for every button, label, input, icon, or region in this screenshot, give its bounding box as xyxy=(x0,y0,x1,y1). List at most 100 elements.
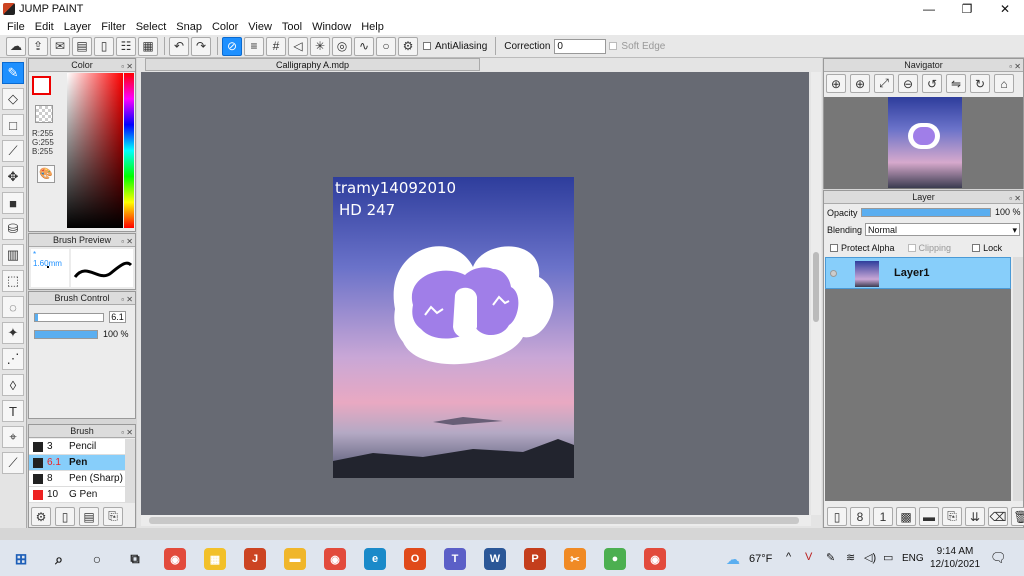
antialiasing-checkbox[interactable] xyxy=(423,42,431,50)
snap-concentric-icon[interactable]: ◎ xyxy=(332,36,352,56)
cloud-icon[interactable]: ☁ xyxy=(6,36,26,56)
snap-grid-icon[interactable]: # xyxy=(266,36,286,56)
chat-icon[interactable]: ▤ xyxy=(72,36,92,56)
soft-edge-checkbox[interactable] xyxy=(609,42,618,50)
clipping-checkbox[interactable] xyxy=(907,244,916,252)
grid-arrange-icon[interactable]: ▦ xyxy=(138,36,158,56)
word-icon[interactable]: W xyxy=(484,548,506,570)
flip-icon[interactable]: ⇋ xyxy=(946,74,966,93)
select-eraser-tool-icon[interactable]: ◊ xyxy=(2,374,24,396)
form-icon[interactable]: ☷ xyxy=(116,36,136,56)
menu-help[interactable]: Help xyxy=(356,21,389,33)
horizontal-scroll-thumb[interactable] xyxy=(149,517,799,524)
brush-size-slider[interactable] xyxy=(34,313,104,322)
chrome-icon[interactable]: ◉ xyxy=(164,548,186,570)
merge-down-icon[interactable]: ⇊ xyxy=(965,507,985,526)
new-halftone-layer-icon[interactable]: ▩ xyxy=(896,507,916,526)
horizontal-scrollbar[interactable] xyxy=(141,515,811,526)
panel-close-icon[interactable]: ▫ ✕ xyxy=(1009,60,1021,73)
photos-icon[interactable]: ▦ xyxy=(204,548,226,570)
panel-close-icon[interactable]: ▫ ✕ xyxy=(121,293,133,306)
menu-layer[interactable]: Layer xyxy=(59,21,97,33)
task-view-icon[interactable]: ⧉ xyxy=(124,548,146,570)
new-layer-icon[interactable]: ▯ xyxy=(827,507,847,526)
office-icon[interactable]: O xyxy=(404,548,426,570)
cortana-icon[interactable]: ○ xyxy=(86,548,108,570)
rectangle-tool-icon[interactable]: □ xyxy=(2,114,24,136)
line-tool-icon[interactable]: ⟋ xyxy=(2,140,24,162)
brush-list-item[interactable]: 8 Pen (Sharp) xyxy=(29,471,125,487)
panel-close-icon[interactable]: ▫ ✕ xyxy=(1009,192,1021,205)
weather-icon[interactable]: ☁ xyxy=(726,551,740,568)
layer-opacity-slider[interactable] xyxy=(861,208,991,217)
layer-list-scrollbar[interactable] xyxy=(1013,257,1023,501)
menu-filter[interactable]: Filter xyxy=(96,21,130,33)
delete-layer-icon[interactable]: 🗑 xyxy=(1011,507,1024,526)
zoom-in-alt-icon[interactable]: ⊕ xyxy=(850,74,870,93)
settings-gear-icon[interactable]: ⚙ xyxy=(398,36,418,56)
chrome-icon[interactable]: ◉ xyxy=(644,548,666,570)
chrome-icon[interactable]: ◉ xyxy=(324,548,346,570)
menu-view[interactable]: View xyxy=(243,21,277,33)
color-picker-square[interactable] xyxy=(67,73,123,228)
transparent-color-swatch[interactable] xyxy=(35,105,53,123)
panel-close-icon[interactable]: ▫ ✕ xyxy=(121,426,133,439)
new-brush-icon[interactable]: ▯ xyxy=(55,507,75,526)
select-rect-tool-icon[interactable]: ⬚ xyxy=(2,270,24,292)
snip-icon[interactable]: ✂ xyxy=(564,548,586,570)
new-layer-1bit-icon[interactable]: 1 xyxy=(873,507,893,526)
snap-ellipse-icon[interactable]: ○ xyxy=(376,36,396,56)
comment-icon[interactable]: ✉ xyxy=(50,36,70,56)
search-icon[interactable]: ⌕ xyxy=(48,548,70,570)
eraser-tool-icon[interactable]: ◇ xyxy=(2,88,24,110)
navigator-viewport[interactable] xyxy=(824,97,1023,189)
snap-vanishing-icon[interactable]: ◁ xyxy=(288,36,308,56)
brush-list-scrollbar[interactable] xyxy=(125,439,135,503)
export-icon[interactable]: ⇪ xyxy=(28,36,48,56)
language-indicator[interactable]: ENG xyxy=(902,553,924,564)
duplicate-layer-icon[interactable]: ⎘ xyxy=(942,507,962,526)
panel-close-icon[interactable]: ▫ ✕ xyxy=(121,60,133,73)
chevron-up-icon[interactable]: ^ xyxy=(786,551,791,563)
vertical-scrollbar[interactable] xyxy=(811,72,821,515)
menu-tool[interactable]: Tool xyxy=(277,21,307,33)
snap-parallel-icon[interactable]: ≡ xyxy=(244,36,264,56)
brush-tool-icon[interactable]: ✎ xyxy=(2,62,24,84)
wifi-icon[interactable]: ≋ xyxy=(846,551,855,564)
brush-copy-icon[interactable]: ⎘ xyxy=(103,507,123,526)
snap-off-icon[interactable]: ⊘ xyxy=(222,36,242,56)
volume-icon[interactable]: ◁) xyxy=(864,551,876,564)
brush-list-item[interactable]: 6.1 Pen xyxy=(29,455,125,471)
artwork-canvas[interactable]: tramy14092010 HD 247 xyxy=(333,177,574,478)
menu-window[interactable]: Window xyxy=(307,21,356,33)
brush-list-item[interactable]: 3 Pencil xyxy=(29,439,125,455)
rotate-right-icon[interactable]: ↻ xyxy=(970,74,990,93)
clear-layer-icon[interactable]: ⌫ xyxy=(988,507,1008,526)
zoom-out-icon[interactable]: ⊖ xyxy=(898,74,918,93)
explorer-icon[interactable]: ▬ xyxy=(284,548,306,570)
battery-icon[interactable]: ▭ xyxy=(883,551,893,564)
redo-icon[interactable]: ↷ xyxy=(191,36,211,56)
fill-rect-tool-icon[interactable]: ■ xyxy=(2,192,24,214)
layer-row[interactable]: Layer1 xyxy=(825,257,1011,289)
palette-icon[interactable]: 🎨 xyxy=(37,165,55,183)
text-tool-icon[interactable]: T xyxy=(2,400,24,422)
menu-file[interactable]: File xyxy=(2,21,30,33)
correction-select[interactable]: 0 xyxy=(554,38,607,54)
new-folder-icon[interactable]: ▬ xyxy=(919,507,939,526)
document-icon[interactable]: ▯ xyxy=(94,36,114,56)
eyedropper-tool-icon[interactable]: ⟋ xyxy=(2,452,24,474)
menu-edit[interactable]: Edit xyxy=(30,21,59,33)
blending-select[interactable]: Normal ▾ xyxy=(865,223,1020,236)
clock[interactable]: 9:14 AM 12/10/2021 xyxy=(930,545,980,571)
snap-radial-icon[interactable]: ✳ xyxy=(310,36,330,56)
reset-view-icon[interactable]: ⌂ xyxy=(994,74,1014,93)
recorder-icon[interactable]: ● xyxy=(604,548,626,570)
jumppaint-icon[interactable]: J xyxy=(244,548,266,570)
canvas-viewport[interactable]: tramy14092010 HD 247 xyxy=(141,72,809,515)
brush-settings-icon[interactable]: ⚙ xyxy=(31,507,51,526)
rotate-left-icon[interactable]: ↺ xyxy=(922,74,942,93)
panel-close-icon[interactable]: ▫ ✕ xyxy=(121,235,133,248)
maximize-button[interactable]: ❐ xyxy=(950,0,984,18)
menu-snap[interactable]: Snap xyxy=(171,21,207,33)
